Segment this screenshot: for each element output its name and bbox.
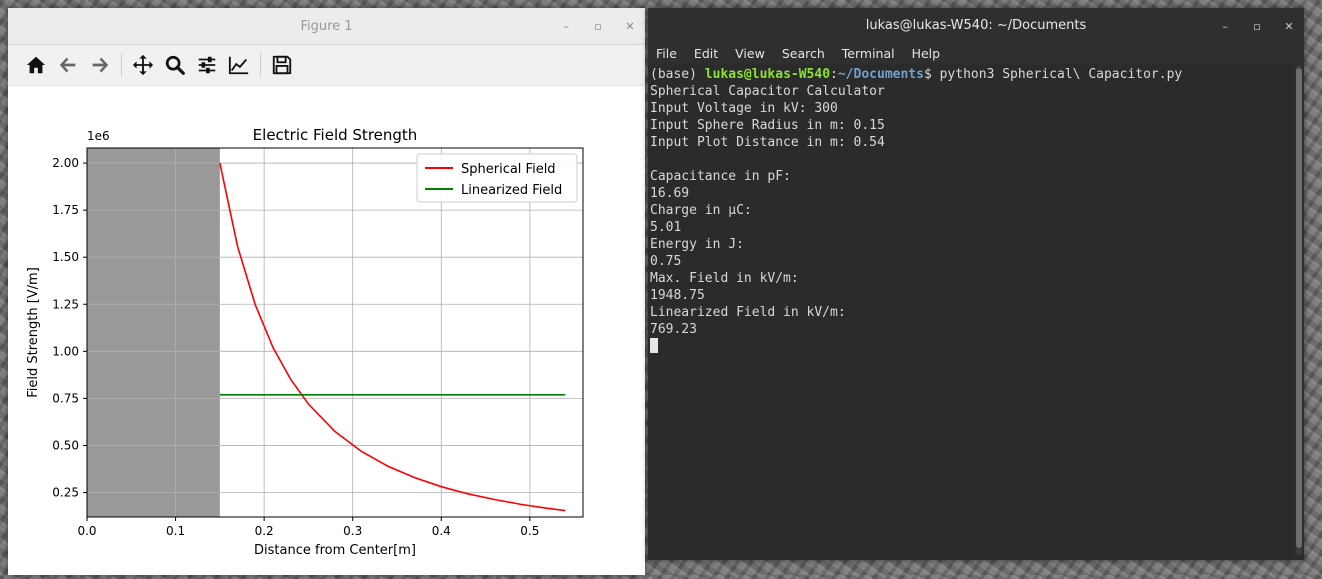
menu-terminal[interactable]: Terminal <box>842 46 895 61</box>
x-tick-label: 0.4 <box>432 524 451 538</box>
sphere-region <box>87 148 220 517</box>
output-line: Max. Field in kV/m: <box>650 271 799 286</box>
legend-label: Linearized Field <box>461 183 562 198</box>
menu-help[interactable]: Help <box>912 46 941 61</box>
y-tick-label: 2.00 <box>52 156 79 170</box>
y-tick-label: 1.25 <box>52 297 79 311</box>
close-button[interactable]: ✕ <box>1284 20 1294 33</box>
terminal-menubar: File Edit View Search Terminal Help <box>648 42 1304 64</box>
y-tick-label: 1.00 <box>52 344 79 358</box>
y-tick-label: 0.50 <box>52 438 79 452</box>
toolbar-separator <box>260 53 261 77</box>
back-icon[interactable] <box>54 51 82 79</box>
output-line: 769.23 <box>650 322 697 337</box>
output-line: 16.69 <box>650 186 690 201</box>
y-offset-label: 1e6 <box>87 129 110 143</box>
command-text: python3 Spherical\ Capacitor.py <box>939 67 1183 82</box>
output-line: 1948.75 <box>650 288 705 303</box>
x-tick-label: 0.5 <box>520 524 539 538</box>
configure-icon[interactable] <box>193 51 221 79</box>
output-line: Input Plot Distance in m: 0.54 <box>650 135 885 150</box>
x-tick-label: 0.2 <box>255 524 274 538</box>
terminal-cursor <box>650 338 658 353</box>
terminal-title: lukas@lukas-W540: ~/Documents <box>865 17 1087 33</box>
figure-window: Figure 1 – ▫ ✕ Electric Field Strength 1… <box>8 8 645 575</box>
field-strength-chart: Electric Field Strength 1e6 Distance fro… <box>26 126 584 558</box>
prompt-line: (base) lukas@lukas-W540:~/Documents$ pyt… <box>650 66 1290 83</box>
terminal-scrollbar-thumb[interactable] <box>1296 68 1302 548</box>
output-line: Charge in µC: <box>650 203 752 218</box>
y-tick-label: 1.75 <box>52 203 79 217</box>
output-line: Input Sphere Radius in m: 0.15 <box>650 118 885 133</box>
maximize-button[interactable]: ▫ <box>593 20 603 33</box>
forward-icon[interactable] <box>86 51 114 79</box>
conda-env: (base) <box>650 67 705 82</box>
output-line: Capacitance in pF: <box>650 169 791 184</box>
y-tick-label: 1.50 <box>52 250 79 264</box>
edit-axis-icon[interactable] <box>225 51 253 79</box>
y-tick-label: 0.25 <box>52 486 79 500</box>
output-line: Spherical Capacitor Calculator <box>650 84 885 99</box>
minimize-button[interactable]: – <box>561 20 571 33</box>
menu-edit[interactable]: Edit <box>694 46 718 61</box>
figure-canvas[interactable]: Electric Field Strength 1e6 Distance fro… <box>8 86 645 575</box>
chart-title: Electric Field Strength <box>253 126 418 144</box>
output-line: Energy in J: <box>650 237 744 252</box>
pan-icon[interactable] <box>129 51 157 79</box>
terminal-window: lukas@lukas-W540: ~/Documents – ▫ ✕ File… <box>648 8 1304 560</box>
zoom-icon[interactable] <box>161 51 189 79</box>
maximize-button[interactable]: ▫ <box>1252 20 1262 33</box>
menu-file[interactable]: File <box>656 46 677 61</box>
terminal-titlebar[interactable]: lukas@lukas-W540: ~/Documents – ▫ ✕ <box>648 8 1304 42</box>
cursor-line <box>650 338 1290 355</box>
output-line: Linearized Field in kV/m: <box>650 305 846 320</box>
minimize-button[interactable]: – <box>1220 20 1230 33</box>
menu-view[interactable]: View <box>735 46 765 61</box>
close-button[interactable]: ✕ <box>625 20 635 33</box>
y-tick-label: 0.75 <box>52 391 79 405</box>
figure-toolbar <box>8 45 645 86</box>
home-icon[interactable] <box>22 51 50 79</box>
toolbar-separator <box>121 53 122 77</box>
x-axis-label: Distance from Center[m] <box>254 543 416 558</box>
x-tick-label: 0.3 <box>343 524 362 538</box>
output-line: 0.75 <box>650 254 682 269</box>
prompt-user: lukas@lukas-W540 <box>704 67 831 82</box>
x-tick-label: 0.1 <box>166 524 185 538</box>
terminal-output[interactable]: (base) lukas@lukas-W540:~/Documents$ pyt… <box>648 65 1292 560</box>
legend-label: Spherical Field <box>461 162 556 177</box>
figure-titlebar[interactable]: Figure 1 – ▫ ✕ <box>8 8 645 45</box>
prompt-path: ~/Documents <box>837 67 924 82</box>
prompt-symbol: $ <box>923 67 940 82</box>
prompt-sep: : <box>830 67 838 82</box>
x-tick-label: 0.0 <box>77 524 96 538</box>
save-icon[interactable] <box>268 51 296 79</box>
output-lines: Spherical Capacitor Calculator Input Volt… <box>650 83 1290 338</box>
y-axis-label: Field Strength [V/m] <box>26 267 41 398</box>
menu-search[interactable]: Search <box>782 46 825 61</box>
output-line: 5.01 <box>650 220 682 235</box>
output-line: Input Voltage in kV: 300 <box>650 101 838 116</box>
figure-title: Figure 1 <box>300 18 353 34</box>
